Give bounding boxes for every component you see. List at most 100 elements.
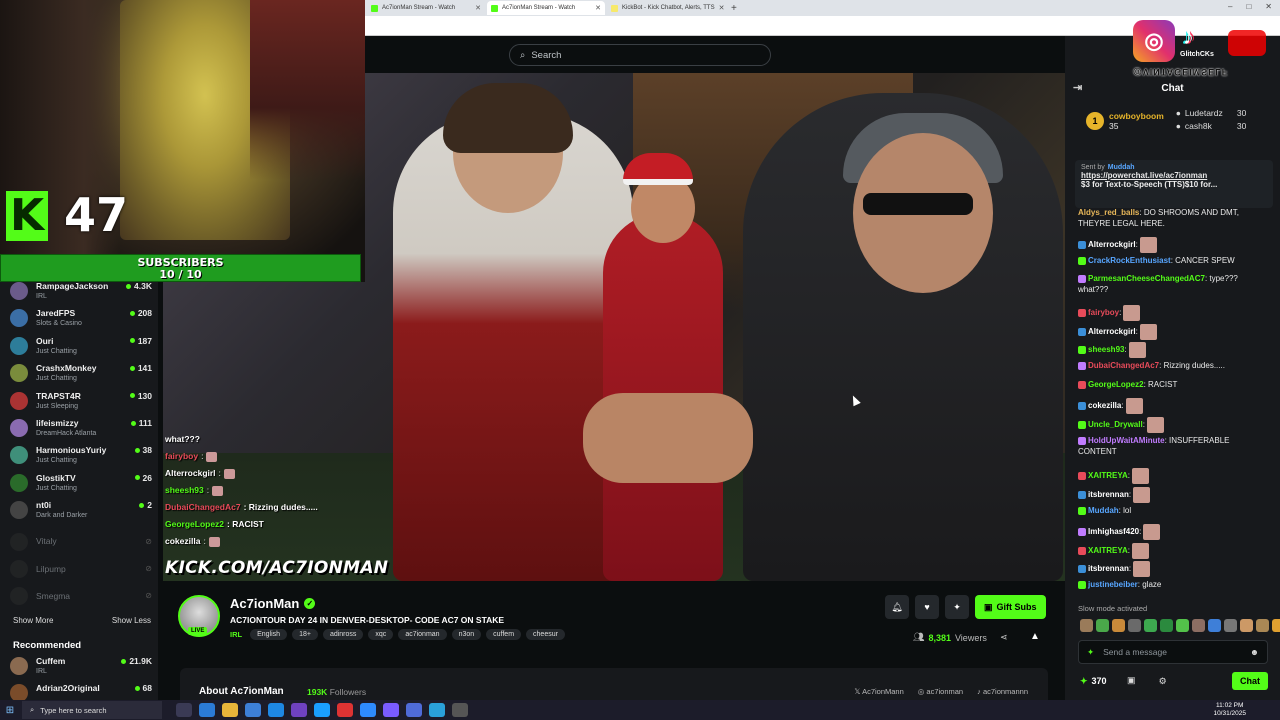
maximize-button[interactable]: □ xyxy=(1246,2,1251,11)
chat-username[interactable]: justinebeiber xyxy=(1088,580,1138,589)
send-chat-button[interactable]: Chat xyxy=(1232,672,1268,690)
emote-icon[interactable] xyxy=(1080,619,1093,632)
task-view-icon[interactable] xyxy=(176,703,192,717)
file-explorer-icon[interactable] xyxy=(222,703,238,717)
emote-icon[interactable] xyxy=(1208,619,1221,632)
emote-icon[interactable] xyxy=(1240,619,1253,632)
stream-tag[interactable]: adinross xyxy=(322,629,364,640)
browser-tab-active[interactable]: Ac7ionMan Stream - Watch ✕ xyxy=(487,1,605,15)
app-icon[interactable] xyxy=(406,703,422,717)
chat-username[interactable]: lmhighasf420 xyxy=(1088,527,1139,536)
report-icon[interactable]: ▲ xyxy=(1030,631,1040,642)
emote-icon[interactable] xyxy=(1112,619,1125,632)
telegram-icon[interactable] xyxy=(429,703,445,717)
stream-tag[interactable]: cuffem xyxy=(486,629,522,640)
settings-icon[interactable] xyxy=(452,703,468,717)
chat-username[interactable]: Alterrockgirl xyxy=(1088,327,1136,336)
gift-subs-button[interactable]: ▣ Gift Subs xyxy=(975,595,1046,619)
recommended-channel[interactable]: Cuffem IRL 21.9K xyxy=(10,656,152,683)
chat-username[interactable]: Alterrockgirl xyxy=(1088,240,1136,249)
chat-username[interactable]: GeorgeLopez2 xyxy=(1088,380,1144,389)
sidebar-channel[interactable]: RampageJackson IRL 4.3K xyxy=(10,281,152,308)
chat-username[interactable]: CrackRockEnthusiast xyxy=(1088,256,1171,265)
category-link[interactable]: IRL xyxy=(230,630,242,639)
stream-tag[interactable]: English xyxy=(250,629,288,640)
chat-username[interactable]: ParmesanCheeseChangedAC7 xyxy=(1088,274,1205,283)
browser-tab[interactable]: Ac7ionMan Stream - Watch ✕ xyxy=(367,1,485,15)
mail-icon[interactable] xyxy=(268,703,284,717)
chat-username[interactable]: DubaiChangedAc7 xyxy=(1088,361,1159,370)
minimize-button[interactable]: – xyxy=(1228,2,1232,11)
app-icon[interactable] xyxy=(291,703,307,717)
emote-icon[interactable] xyxy=(1224,619,1237,632)
chat-gift-icon[interactable]: ▣ xyxy=(1127,675,1136,686)
pinned-link[interactable]: https://powerchat.live/ac7ionman xyxy=(1081,171,1207,180)
sidebar-channel[interactable]: TRAPST4R Just Sleeping 130 xyxy=(10,391,152,418)
chat-username[interactable]: HoldUpWaitAMinute xyxy=(1088,436,1165,445)
emote-icon[interactable] xyxy=(1272,619,1280,632)
chat-username[interactable]: Muddah xyxy=(1088,506,1119,515)
obs-icon[interactable] xyxy=(337,703,353,717)
chat-username[interactable]: sheesh93 xyxy=(1088,345,1124,354)
leaderboard-row[interactable]: ● Ludetardz 30 xyxy=(1176,108,1247,118)
tiktok-link[interactable]: ♪ ac7ionmannn xyxy=(977,687,1028,696)
search-input[interactable]: ⌕ Search xyxy=(509,44,771,66)
emote-icon[interactable] xyxy=(1128,619,1141,632)
sparkle-button[interactable]: ✦ xyxy=(945,595,969,619)
chat-input[interactable]: ✦ Send a message ☻ xyxy=(1078,640,1268,664)
emote-icon[interactable] xyxy=(1176,619,1189,632)
emote-icon[interactable] xyxy=(1144,619,1157,632)
stream-tag[interactable]: xqc xyxy=(368,629,394,640)
x-link[interactable]: 𝕏 Ac7ionMann xyxy=(854,687,903,696)
chat-username[interactable]: XAITREYA xyxy=(1088,546,1128,555)
stream-tag[interactable]: cheesur xyxy=(526,629,565,640)
chat-username[interactable]: Aldys_red_balls xyxy=(1078,208,1139,217)
chat-username[interactable]: Uncle_Drywall xyxy=(1088,420,1143,429)
close-tab-icon[interactable]: ✕ xyxy=(475,4,481,12)
show-less-button[interactable]: Show Less xyxy=(112,616,151,625)
chat-username[interactable]: cokezilla xyxy=(1088,401,1121,410)
chrome-icon[interactable] xyxy=(360,703,376,717)
chat-username[interactable]: XAITREYA xyxy=(1088,471,1128,480)
sidebar-channel[interactable]: Smegma ⊘ xyxy=(10,582,152,609)
sidebar-channel[interactable]: nt0i Dark and Darker 2 xyxy=(10,500,152,527)
emote-icon[interactable] xyxy=(1160,619,1173,632)
chat-username[interactable]: itsbrennan xyxy=(1088,490,1129,499)
taskbar-search[interactable]: ⌕ Type here to search xyxy=(22,701,162,719)
chat-username[interactable]: itsbrennan xyxy=(1088,564,1129,573)
notification-bell-button[interactable]: 🔔︎ xyxy=(885,595,909,619)
browser-tab[interactable]: KickBot - Kick Chatbot, Alerts, TTS ✕ xyxy=(607,1,725,15)
sidebar-channel[interactable]: HarmoniousYuriy Just Chatting 38 xyxy=(10,445,152,472)
steam-icon[interactable] xyxy=(314,703,330,717)
stream-tag[interactable]: 18+ xyxy=(292,629,318,640)
collapse-chat-icon[interactable]: ⇥ xyxy=(1073,81,1082,94)
windows-start-icon[interactable]: ⊞ xyxy=(0,700,20,720)
edge-icon[interactable] xyxy=(199,703,215,717)
show-more-button[interactable]: Show More xyxy=(13,616,53,625)
new-tab-button[interactable]: + xyxy=(731,3,737,14)
emote-icon[interactable] xyxy=(1096,619,1109,632)
channel-name[interactable]: Ac7ionMan ✓ xyxy=(230,596,316,611)
taskbar-clock[interactable]: 11:02 PM 10/31/2025 xyxy=(1213,702,1246,718)
instagram-link[interactable]: ◎ ac7ionman xyxy=(918,687,963,696)
sidebar-channel[interactable]: GlostikTV Just Chatting 26 xyxy=(10,473,152,500)
close-tab-icon[interactable]: ✕ xyxy=(719,4,725,12)
close-window-button[interactable]: ✕ xyxy=(1265,2,1272,11)
emote-icon[interactable] xyxy=(1256,619,1269,632)
sidebar-channel[interactable]: Vitaly ⊘ xyxy=(10,528,152,555)
pinned-message[interactable]: Sent by Muddah https://powerchat.live/ac7… xyxy=(1075,160,1273,208)
channel-name-text[interactable]: Ac7ionMan xyxy=(230,596,299,611)
chat-settings-icon[interactable]: ⚙ xyxy=(1159,676,1167,687)
share-icon[interactable]: ⋖ xyxy=(1000,632,1008,643)
leaderboard-row[interactable]: ● cash8k 30 xyxy=(1176,121,1247,131)
sidebar-channel[interactable]: lifeismizzy DreamHack Atlanta 111 xyxy=(10,418,152,445)
leaderboard-top[interactable]: 1 cowboyboom 35 xyxy=(1086,108,1164,134)
stream-tag[interactable]: ac7ionman xyxy=(398,629,447,640)
sidebar-channel[interactable]: CrashxMonkey Just Chatting 141 xyxy=(10,363,152,390)
sidebar-channel[interactable]: Ouri Just Chatting 187 xyxy=(10,336,152,363)
close-tab-icon[interactable]: ✕ xyxy=(595,4,601,12)
sidebar-channel[interactable]: Lilpump ⊘ xyxy=(10,555,152,582)
channel-points[interactable]: ✦ 370 xyxy=(1080,676,1107,687)
emote-icon[interactable] xyxy=(1192,619,1205,632)
follow-button[interactable]: ♥ xyxy=(915,595,939,619)
